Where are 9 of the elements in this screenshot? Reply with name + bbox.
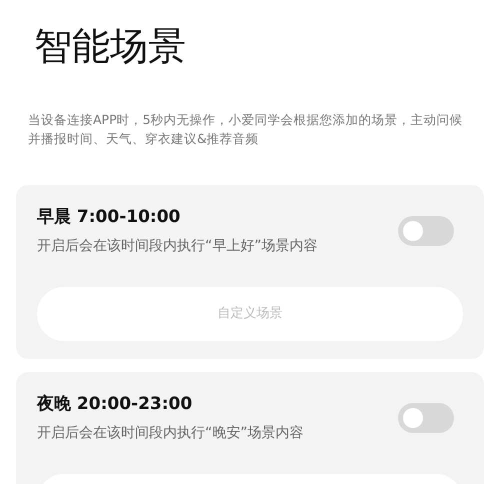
scene-description: 开启后会在该时间段内执行“晚安”场景内容 — [37, 424, 305, 443]
scene-title: 早晨 7:00-10:00 — [37, 206, 182, 229]
toggle-switch[interactable] — [398, 216, 454, 246]
scene-title: 夜晚 20:00-23:00 — [37, 393, 194, 416]
toggle-switch[interactable] — [398, 403, 454, 433]
page-title: 智能场景 — [33, 23, 187, 70]
scene-description: 开启后会在该时间段内执行“早上好”场景内容 — [37, 237, 319, 256]
custom-scene-button[interactable]: 自定义场景 — [37, 287, 463, 341]
page-description: 当设备连接APP时，5秒内无操作，小爱同学会根据您添加的场景，主动问候并播报时间、天气、穿衣建议&推荐音频 — [27, 111, 464, 148]
